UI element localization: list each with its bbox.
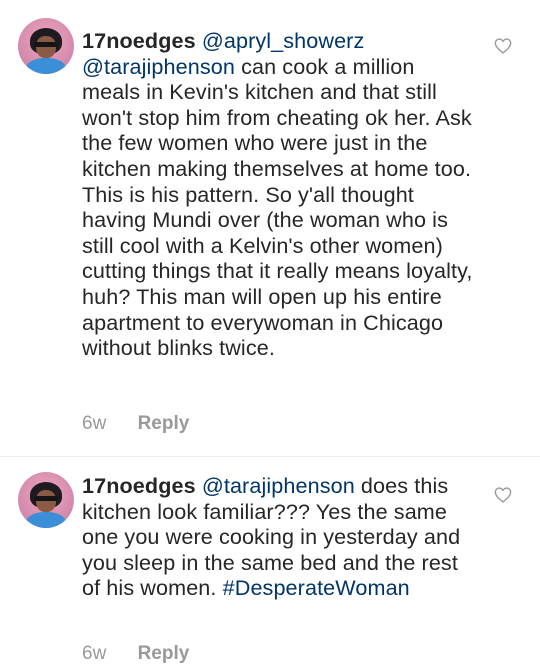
avatar-shirt [26,58,66,74]
comment-username[interactable]: 17noedges [82,473,196,498]
heart-outline-icon[interactable] [494,487,512,503]
comment-mention[interactable]: @apryl_showerz [202,28,365,53]
comment-mention[interactable]: @tarajiphenson [202,473,355,498]
comment-item: 17noedges @tarajiphenson does this kitch… [0,458,540,671]
reply-button[interactable]: Reply [138,643,190,664]
comment-text: 17noedges @apryl_showerz @tarajiphenson … [82,28,477,361]
comment-divider [0,456,540,457]
comment-hashtag[interactable]: #DesperateWoman [223,575,410,600]
comment-meta: 6w Reply [82,643,189,665]
reply-button[interactable]: Reply [138,413,190,434]
comment-text: 17noedges @tarajiphenson does this kitch… [82,473,477,601]
comment-timestamp: 6w [82,413,107,434]
avatar-shirt [26,512,66,528]
avatar-face [36,490,56,512]
avatar-face [36,36,56,58]
heart-outline-icon[interactable] [494,38,512,54]
avatar-glasses [34,496,58,501]
comment-body: can cook a million meals in Kevin's kitc… [82,53,473,361]
avatar[interactable] [18,472,74,528]
comment-item: 17noedges @apryl_showerz @tarajiphenson … [0,0,540,458]
comment-username[interactable]: 17noedges [82,28,196,53]
avatar[interactable] [18,18,74,74]
avatar-glasses [34,42,58,47]
comment-meta: 6w Reply [82,413,189,435]
comment-mention[interactable]: @tarajiphenson [82,54,235,79]
comment-timestamp: 6w [82,643,107,664]
